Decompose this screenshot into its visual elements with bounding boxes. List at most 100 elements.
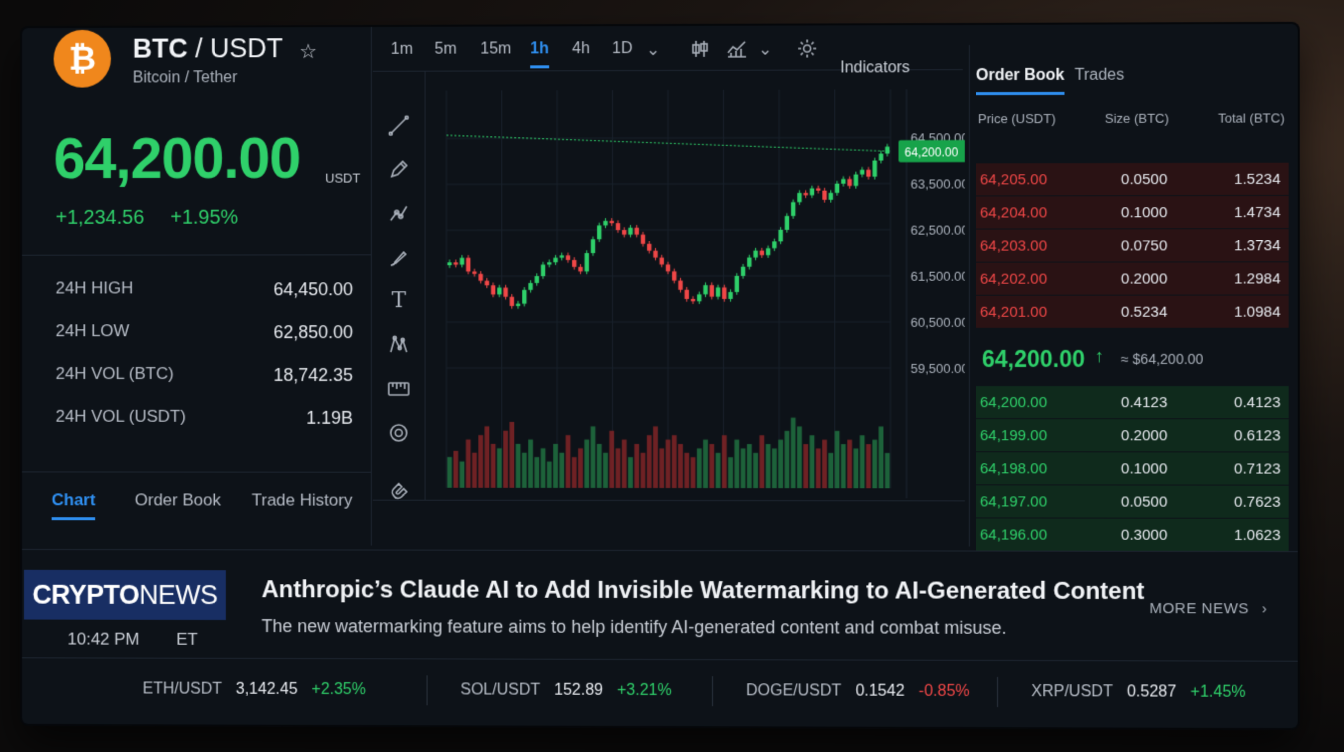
text-tool-icon[interactable]: T — [387, 288, 411, 313]
volume-bar — [653, 426, 658, 489]
grid-line — [446, 184, 890, 185]
volume-bar — [622, 439, 627, 489]
chevron-right-icon: › — [1261, 600, 1268, 618]
timeframe-1h[interactable]: 1h — [530, 40, 549, 58]
volume-bar — [884, 452, 890, 489]
total-cell: 0.4123 — [1234, 394, 1281, 412]
candle-body — [616, 223, 621, 231]
timeframe-4h[interactable]: 4h — [572, 40, 590, 58]
timeframe-1d[interactable]: 1D — [612, 40, 632, 58]
y-tick-label: 60,500.00 — [911, 315, 965, 330]
pair-title: BTC / USDT — [132, 33, 283, 64]
ticker-item-eth[interactable]: ETH/USDT 3,142.45 +2.35% — [143, 681, 366, 700]
ticker-item-xrp[interactable]: XRP/USDT 0.5287 +1.45% — [1031, 683, 1245, 702]
candle-body — [516, 304, 521, 307]
candle-body — [466, 258, 472, 273]
candle-body — [553, 257, 559, 263]
ticker-divider — [426, 675, 428, 706]
indicators-gear-icon[interactable] — [796, 37, 818, 64]
pencil-icon[interactable] — [387, 159, 411, 183]
y-tick-label: 62,500.00 — [911, 223, 965, 238]
ticker-item-sol[interactable]: SOL/USDT 152.89 +3.21% — [460, 681, 671, 700]
candle-body — [640, 234, 646, 244]
tab-trade-history[interactable]: Trade History — [252, 491, 353, 511]
volume-bar — [516, 444, 522, 489]
volume-bar — [690, 457, 696, 488]
candle-body — [853, 174, 859, 186]
arrow-up-icon: ↑ — [1094, 345, 1104, 366]
timeframe-1m[interactable]: 1m — [391, 41, 413, 59]
ask-row[interactable]: 64,201.00 0.5234 1.0984 — [975, 295, 1289, 328]
total-cell: 0.7123 — [1234, 460, 1281, 478]
bid-row[interactable]: 64,198.00 0.1000 0.7123 — [975, 452, 1289, 485]
volume-bar — [752, 452, 758, 488]
chevron-down-icon[interactable]: ⌄ — [646, 40, 660, 60]
volume-bar — [572, 457, 578, 489]
favorite-star-icon[interactable]: ☆ — [299, 39, 317, 64]
total-cell: 1.3734 — [1234, 237, 1281, 255]
size-cell: 0.0750 — [1121, 237, 1168, 255]
crypto-news-logo: CRYPTO NEWS — [23, 569, 226, 620]
volume-bar — [671, 435, 677, 488]
volume-bar — [634, 444, 640, 489]
stat-label-24h-vol-usdt: 24H VOL (USDT) — [55, 406, 186, 426]
ask-row[interactable]: 64,204.00 0.1000 1.4734 — [975, 195, 1289, 229]
bid-row[interactable]: 64,197.00 0.0500 0.7623 — [975, 485, 1289, 518]
pattern-tool-icon[interactable] — [387, 334, 411, 358]
y-tick-label: 63,500.00 — [911, 176, 965, 191]
grid-line — [446, 137, 890, 138]
chevron-down-icon[interactable]: ⌄ — [758, 40, 772, 60]
ask-row[interactable]: 64,202.00 0.2000 1.2984 — [975, 262, 1289, 295]
candlestick-type-icon[interactable] — [690, 39, 710, 64]
candle-body — [609, 220, 615, 224]
total-cell: 1.2984 — [1234, 270, 1281, 288]
price-cell: 64,196.00 — [979, 526, 1048, 544]
timeframe-5m[interactable]: 5m — [435, 41, 457, 59]
path-tool-icon[interactable] — [387, 202, 411, 226]
volume-bar — [460, 462, 466, 489]
ask-row[interactable]: 64,205.00 0.0500 1.5234 — [975, 162, 1289, 196]
price-cell: 64,203.00 — [979, 237, 1048, 255]
bid-row[interactable]: 64,196.00 0.3000 1.0623 — [975, 518, 1289, 552]
ask-row[interactable]: 64,203.00 0.0750 1.3734 — [975, 229, 1289, 262]
total-cell: 0.6123 — [1234, 427, 1281, 445]
mid-price: 64,200.00 — [981, 345, 1085, 372]
total-cell: 1.0984 — [1234, 303, 1281, 321]
volume-bar — [803, 444, 809, 489]
volume-bar — [790, 417, 796, 489]
total-cell: 1.0623 — [1234, 526, 1281, 544]
size-cell: 0.1000 — [1121, 460, 1168, 478]
stat-label-24h-low: 24H LOW — [55, 321, 130, 341]
chart-style-icon[interactable] — [726, 39, 748, 64]
candle-body — [841, 179, 846, 184]
news-headline[interactable]: Anthropic’s Claude AI to Add Invisible W… — [262, 576, 1145, 606]
candle-body — [847, 179, 852, 186]
candle-body — [872, 160, 877, 177]
candle-body — [671, 271, 677, 281]
size-cell: 0.0500 — [1121, 493, 1168, 511]
bid-row[interactable]: 64,199.00 0.2000 0.6123 — [975, 419, 1289, 452]
volume-bar — [466, 440, 472, 489]
tab-trades[interactable]: Trades — [1075, 67, 1125, 85]
tab-chart[interactable]: Chart — [52, 490, 96, 510]
candle-body — [752, 250, 758, 258]
ticker-item-doge[interactable]: DOGE/USDT 0.1542 -0.85% — [746, 682, 970, 701]
candle-body — [727, 291, 733, 299]
price-chart[interactable]: 64,500.0063,500.0062,500.0061,500.0060,5… — [425, 69, 965, 500]
volume-bar — [491, 444, 497, 489]
news-time: 10:42 PM — [67, 629, 140, 649]
volume-bar — [859, 435, 865, 489]
total-cell: 1.5234 — [1234, 170, 1281, 188]
more-news-link[interactable]: MORE NEWS › — [1149, 600, 1267, 617]
timeframe-15m[interactable]: 15m — [480, 40, 511, 58]
tab-order-book[interactable]: Order Book — [135, 490, 221, 510]
volume-bar — [597, 444, 602, 489]
trend-line-icon[interactable] — [387, 115, 411, 139]
volume-bar — [809, 435, 815, 489]
tab-order-book-panel[interactable]: Order Book — [976, 67, 1065, 85]
price-cell: 64,198.00 — [979, 460, 1048, 478]
ruler-icon[interactable] — [387, 378, 411, 402]
brush-icon[interactable] — [387, 246, 411, 270]
bid-row[interactable]: 64,200.00 0.4123 0.4123 — [975, 386, 1289, 419]
settings-gear-icon[interactable] — [387, 422, 411, 446]
